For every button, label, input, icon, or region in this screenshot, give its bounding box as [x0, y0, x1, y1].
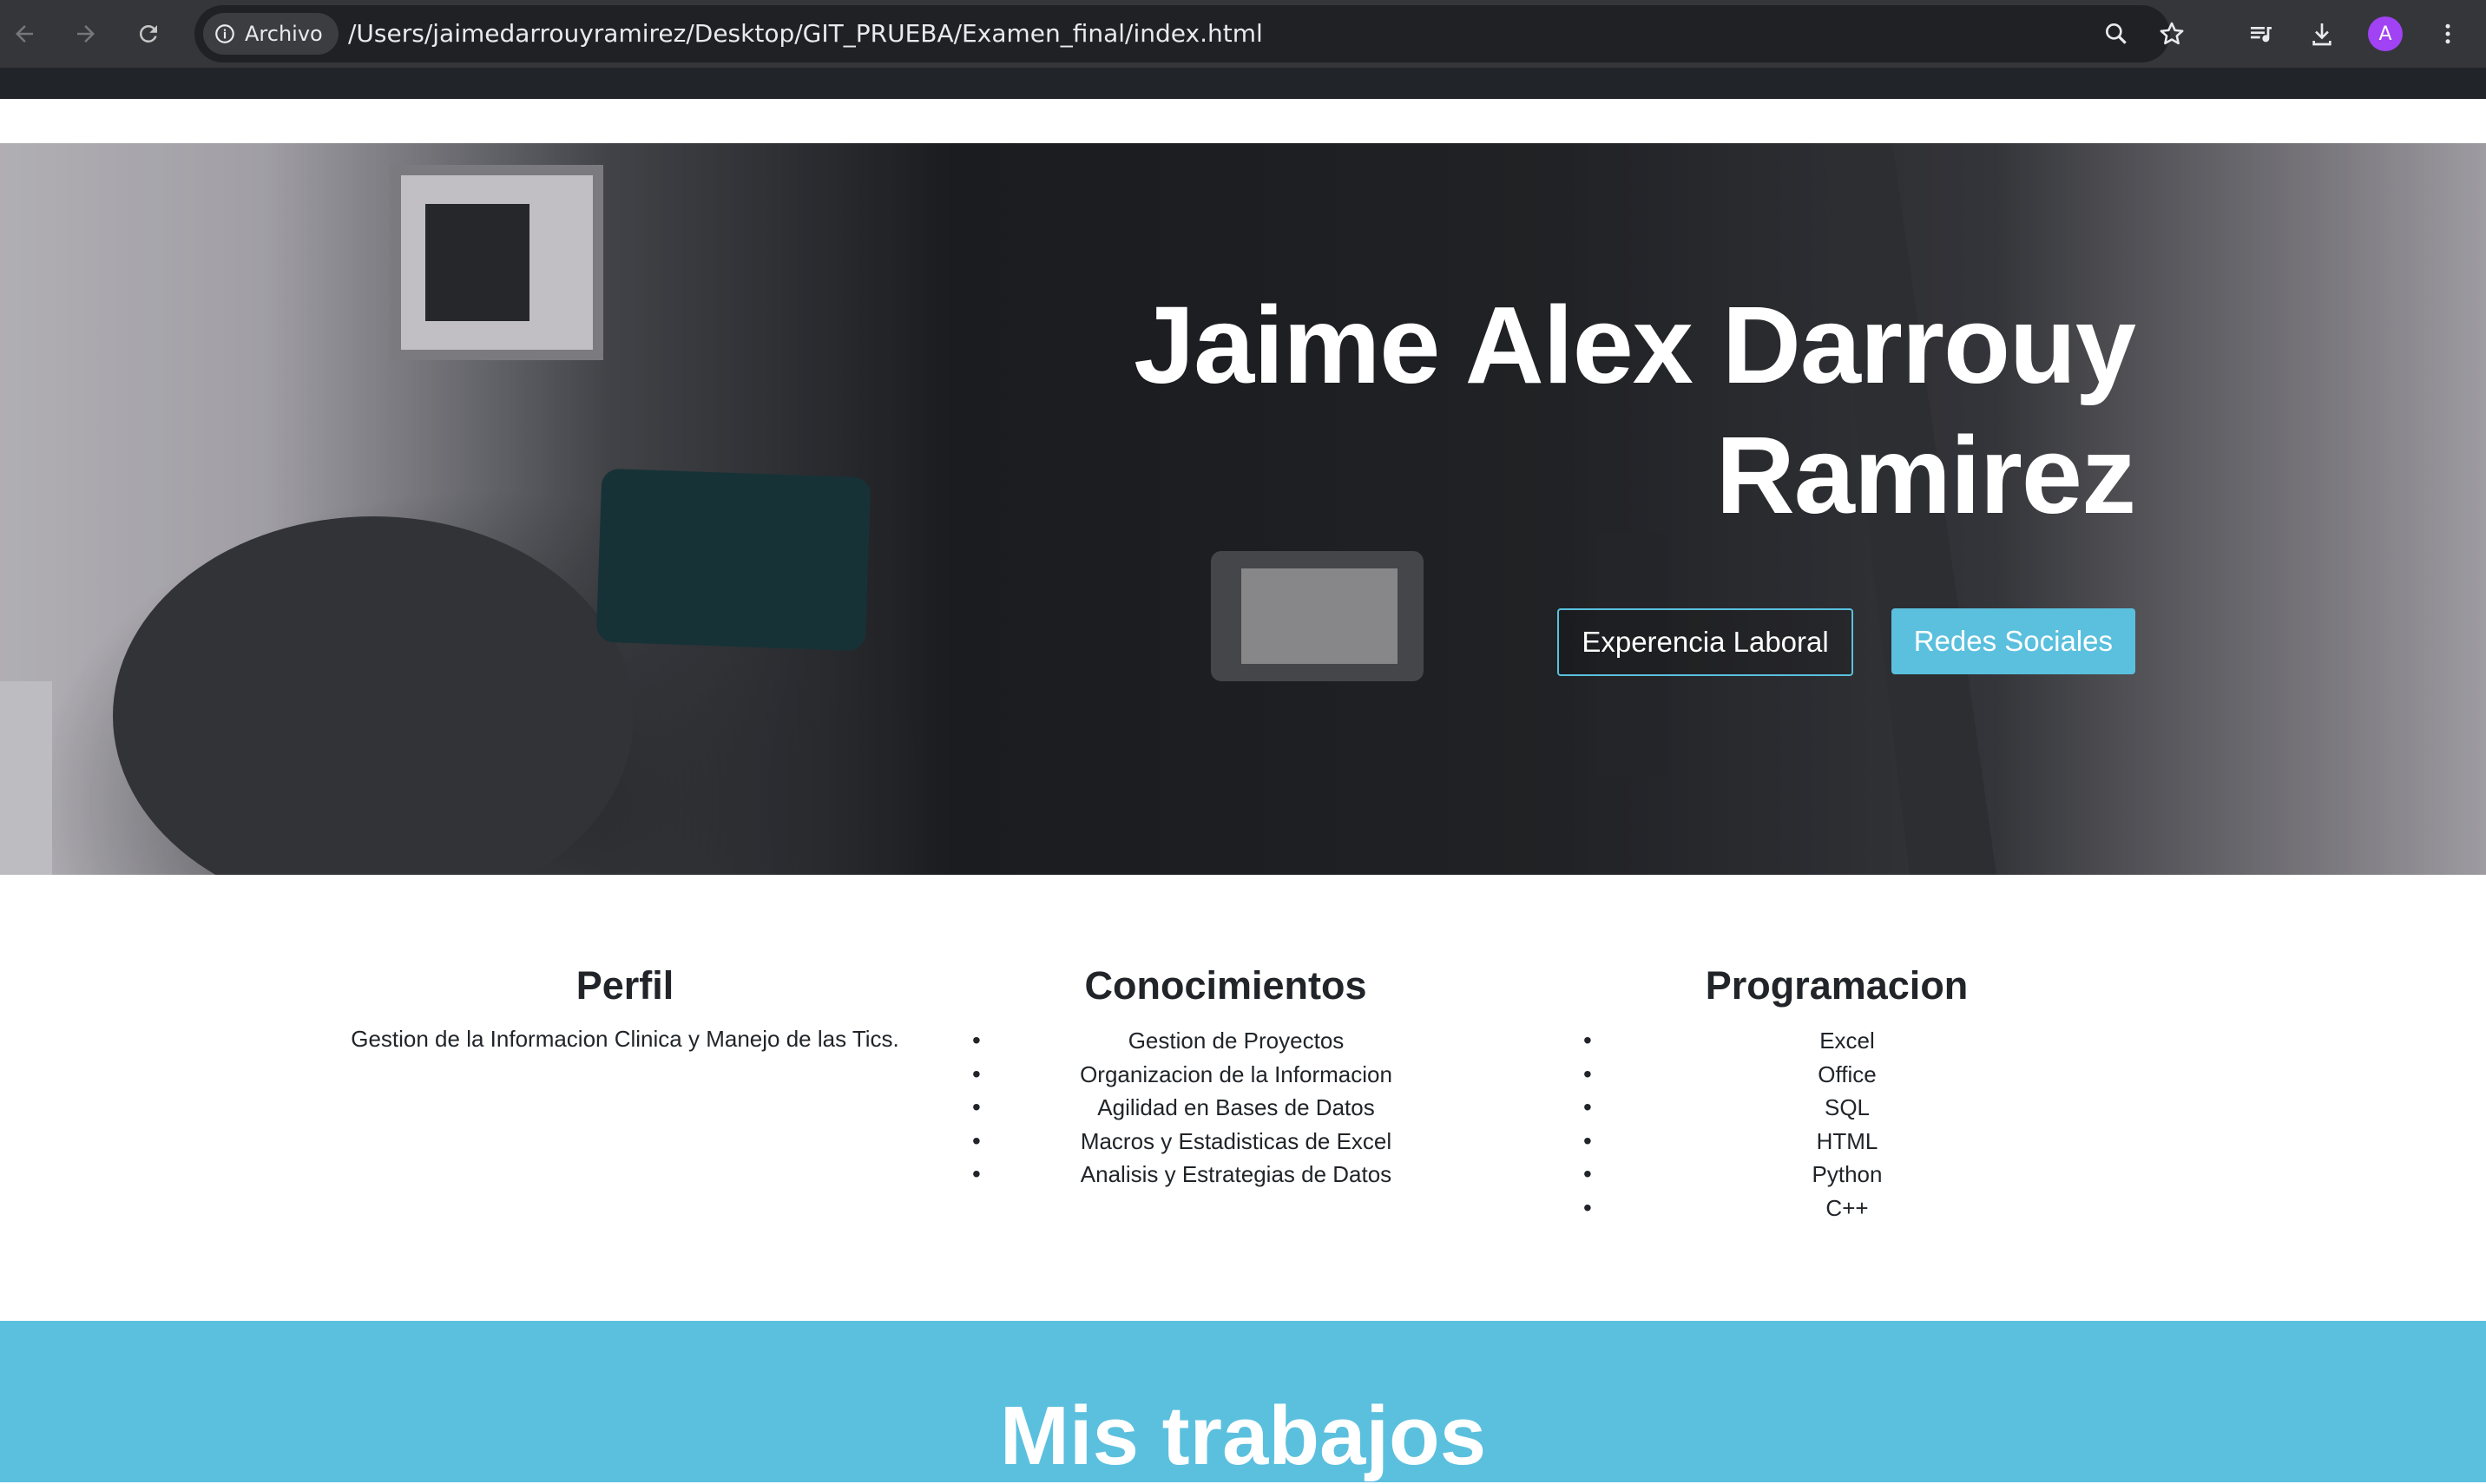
site-info-label: Archivo: [245, 22, 323, 46]
downloads-button[interactable]: [2305, 16, 2339, 51]
reading-list-button[interactable]: [2244, 16, 2279, 51]
list-item: Python: [1543, 1158, 2151, 1192]
hero-title-line1: Jaime Alex Darrouy: [1134, 284, 2136, 406]
zoom-button[interactable]: [2099, 16, 2134, 51]
more-vertical-icon: [2445, 23, 2450, 44]
browser-menu-button[interactable]: [2430, 16, 2465, 51]
works-heading: Mis trabajos: [999, 1389, 1487, 1482]
info-icon: [215, 24, 234, 43]
list-item: Office: [1543, 1058, 2151, 1092]
list-item: Agilidad en Bases de Datos: [932, 1091, 1540, 1125]
reload-button[interactable]: [131, 16, 166, 51]
profile-text: Gestion de la Informacion Clinica y Mane…: [351, 1026, 899, 1052]
search-icon: [2106, 23, 2127, 44]
programming-column: Programacion Excel Office SQL HTML Pytho…: [1543, 955, 2151, 1225]
knowledge-list: Gestion de Proyectos Organizacion de la …: [932, 1024, 1540, 1192]
hero-title-line2: Ramirez: [1715, 414, 2136, 536]
page-navbar: [0, 68, 2486, 99]
knowledge-column: Conocimientos Gestion de Proyectos Organ…: [932, 955, 1540, 1192]
site-info-chip[interactable]: Archivo: [203, 13, 339, 55]
profile-column: Perfil Gestion de la Informacion Clinica…: [321, 955, 929, 1055]
arrow-right-icon: [77, 25, 95, 43]
address-bar[interactable]: Archivo /Users/jaimedarrouyramirez/Deskt…: [194, 5, 2184, 62]
hero-buttons: Experencia Laboral Redes Sociales: [1557, 608, 2135, 676]
hero-section: Jaime Alex Darrouy Ramirez Experencia La…: [0, 143, 2486, 875]
list-item: SQL: [1543, 1091, 2151, 1125]
profile-avatar[interactable]: A: [2368, 16, 2403, 51]
list-item: Excel: [1543, 1024, 2151, 1058]
arrow-left-icon: [16, 25, 33, 43]
list-item: Macros y Estadisticas de Excel: [932, 1125, 1540, 1159]
social-networks-button[interactable]: Redes Sociales: [1891, 608, 2135, 674]
playlist-icon: [2251, 27, 2272, 43]
browser-toolbar: Archivo /Users/jaimedarrouyramirez/Deskt…: [0, 0, 2486, 68]
list-item: HTML: [1543, 1125, 2151, 1159]
avatar-letter: A: [2378, 23, 2392, 45]
reload-icon: [139, 24, 157, 43]
list-item: Analisis y Estrategias de Datos: [932, 1158, 1540, 1192]
list-item: Gestion de Proyectos: [932, 1024, 1540, 1058]
forward-button[interactable]: [69, 16, 103, 51]
experience-button[interactable]: Experencia Laboral: [1557, 608, 1853, 676]
works-section: Mis trabajos: [0, 1321, 2486, 1482]
bookmark-button[interactable]: [2154, 16, 2189, 51]
download-icon: [2312, 23, 2331, 46]
url-text[interactable]: /Users/jaimedarrouyramirez/Desktop/GIT_P…: [348, 5, 1263, 62]
programming-heading: Programacion: [1705, 963, 1969, 1008]
hero-title: Jaime Alex Darrouy Ramirez: [920, 280, 2136, 541]
back-button[interactable]: [7, 16, 42, 51]
knowledge-heading: Conocimientos: [1084, 963, 1367, 1008]
programming-list: Excel Office SQL HTML Python C++: [1543, 1024, 2151, 1225]
profile-heading: Perfil: [575, 963, 674, 1008]
list-item: Organizacion de la Informacion: [932, 1058, 1540, 1092]
star-icon: [2160, 22, 2184, 45]
list-item: C++: [1543, 1192, 2151, 1225]
